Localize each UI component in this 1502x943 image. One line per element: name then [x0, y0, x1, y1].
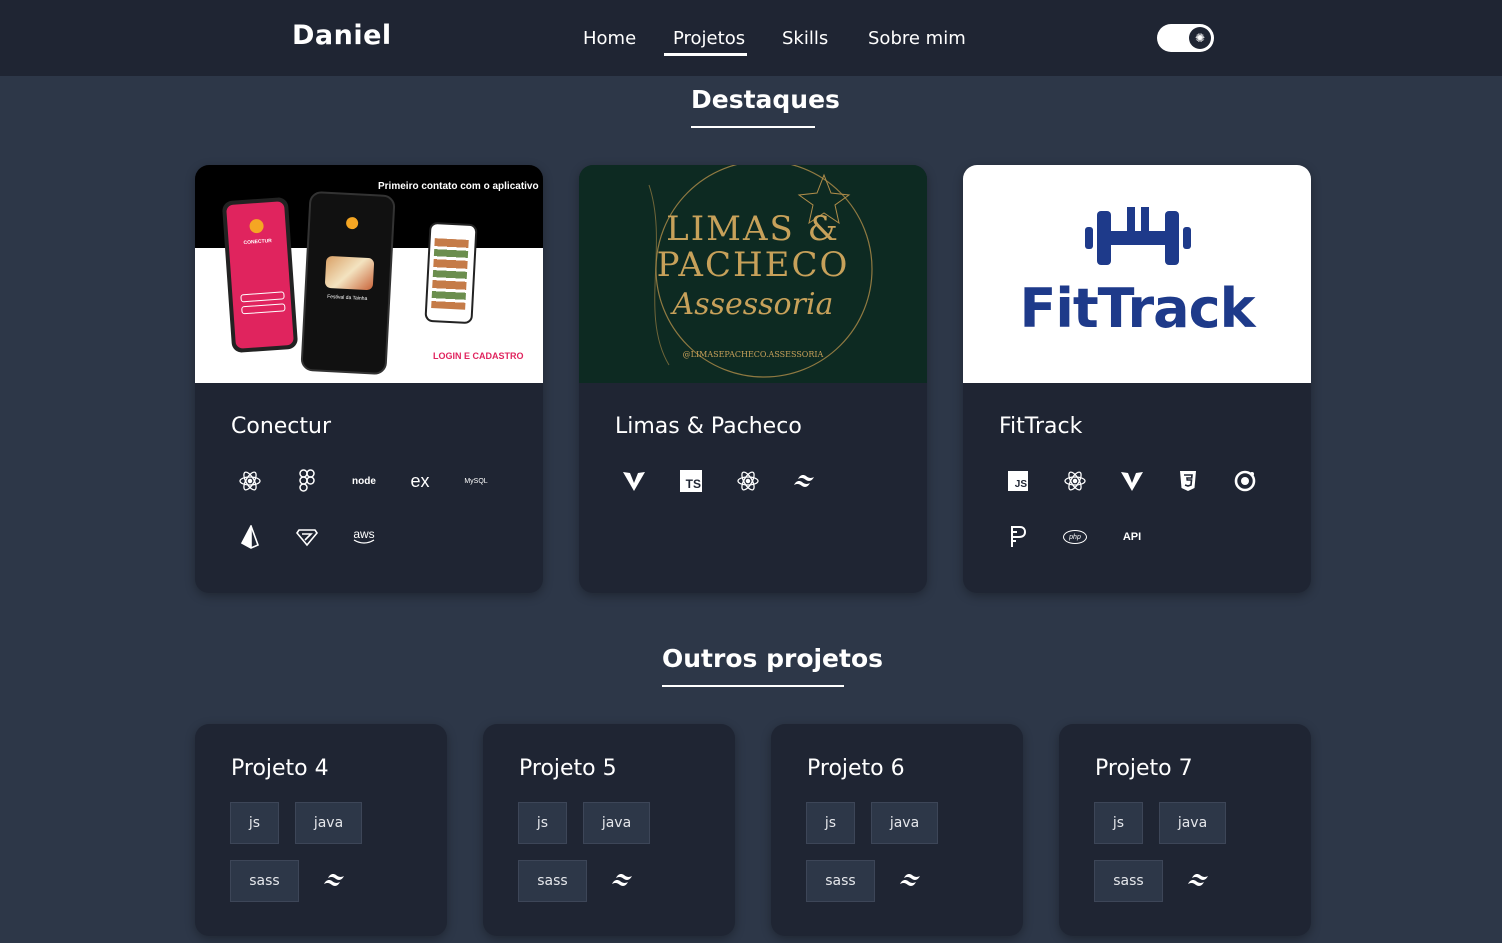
brand-logo[interactable]: Daniel	[292, 20, 392, 51]
tailwind-icon	[607, 865, 637, 895]
logo-line2: PACHECO	[656, 245, 850, 285]
phone-mockup: Festival da Tainha	[300, 190, 396, 376]
tech-chip: sass	[230, 860, 299, 902]
fittrack-logo-text: FitTrack	[1019, 277, 1255, 340]
tech-chip: java	[1159, 802, 1226, 844]
tech-chip: java	[871, 802, 938, 844]
theme-toggle[interactable]: ✺	[1157, 24, 1214, 52]
tech-chip: sass	[1094, 860, 1163, 902]
typescript-icon: TS	[676, 466, 706, 496]
aws-icon: aws	[353, 527, 375, 544]
tech-chip: js	[1094, 802, 1143, 844]
project-image-limas-pacheco: LIMAS & PACHECO Assessoria @LIMASEPACHEC…	[579, 165, 927, 383]
section-title-underline	[662, 685, 844, 687]
mysql-icon: MySQL	[464, 477, 488, 485]
javascript-icon: JS	[1003, 466, 1033, 496]
project-card-small[interactable]: Projeto 7 js java sass	[1059, 724, 1311, 936]
tech-chip: java	[583, 802, 650, 844]
php-icon: php	[1060, 522, 1090, 552]
tech-chip: js	[230, 802, 279, 844]
nodejs-icon: node	[352, 475, 376, 487]
logo-handle: @LIMASEPACHECO.ASSESSORIA	[682, 350, 824, 359]
nav-link-home[interactable]: Home	[583, 28, 636, 49]
section-title-underline	[691, 126, 815, 128]
tailwind-icon	[895, 865, 925, 895]
figma-icon	[292, 466, 322, 496]
react-icon	[1060, 466, 1090, 496]
project-title: Projeto 4	[231, 756, 329, 781]
project-card-small[interactable]: Projeto 4 js java sass	[195, 724, 447, 936]
phone-mockup: CONECTUR	[221, 196, 299, 354]
sun-icon: ✺	[1189, 27, 1211, 49]
project-title: Conectur	[231, 414, 332, 439]
project-card-small[interactable]: Projeto 5 js java sass	[483, 724, 735, 936]
zod-icon	[292, 522, 322, 552]
project-card-fittrack[interactable]: FitTrack FitTrack JS php API	[963, 165, 1311, 593]
express-icon: ex	[410, 470, 430, 491]
tech-chip: sass	[806, 860, 875, 902]
project-image-conectur: Primeiro contato com o aplicativo CONECT…	[195, 165, 543, 383]
nav-active-underline	[664, 53, 747, 56]
image-caption: LOGIN E CADASTRO	[433, 351, 524, 361]
navbar: Daniel Home Projetos Skills Sobre mim ✺	[0, 0, 1502, 76]
nav-link-projetos[interactable]: Projetos	[673, 28, 745, 55]
project-title: Projeto 5	[519, 756, 617, 781]
tech-chip: js	[806, 802, 855, 844]
phone-mockup	[424, 221, 478, 325]
section-title-outros-projetos: Outros projetos	[662, 644, 884, 673]
vite-icon	[619, 466, 649, 496]
project-card-limas-pacheco[interactable]: LIMAS & PACHECO Assessoria @LIMASEPACHEC…	[579, 165, 927, 593]
tailwind-icon	[1183, 865, 1213, 895]
ionic-icon	[1230, 466, 1260, 496]
prisma-icon	[235, 522, 265, 552]
logo-line1: LIMAS &	[666, 209, 840, 249]
api-icon: API	[1122, 531, 1142, 543]
project-title: FitTrack	[999, 414, 1083, 439]
tailwind-icon	[319, 865, 349, 895]
project-title: Limas & Pacheco	[615, 414, 802, 439]
tailwind-icon	[789, 466, 819, 496]
pgadmin-icon	[1003, 522, 1033, 552]
tech-chip: js	[518, 802, 567, 844]
project-image-fittrack: FitTrack	[963, 165, 1311, 383]
tech-chip: java	[295, 802, 362, 844]
css3-icon	[1173, 466, 1203, 496]
project-title: Projeto 6	[807, 756, 905, 781]
react-icon	[733, 466, 763, 496]
tech-chip: sass	[518, 860, 587, 902]
nav-link-skills[interactable]: Skills	[782, 28, 828, 49]
section-title-destaques: Destaques	[691, 85, 840, 114]
logo-script: Assessoria	[672, 287, 834, 322]
dumbbell-icon	[1085, 207, 1191, 265]
project-card-small[interactable]: Projeto 6 js java sass	[771, 724, 1023, 936]
react-icon	[235, 466, 265, 496]
project-card-conectur[interactable]: Primeiro contato com o aplicativo CONECT…	[195, 165, 543, 593]
image-caption: Primeiro contato com o aplicativo	[378, 181, 539, 192]
vite-icon	[1117, 466, 1147, 496]
project-title: Projeto 7	[1095, 756, 1193, 781]
nav-link-sobre-mim[interactable]: Sobre mim	[868, 28, 966, 49]
